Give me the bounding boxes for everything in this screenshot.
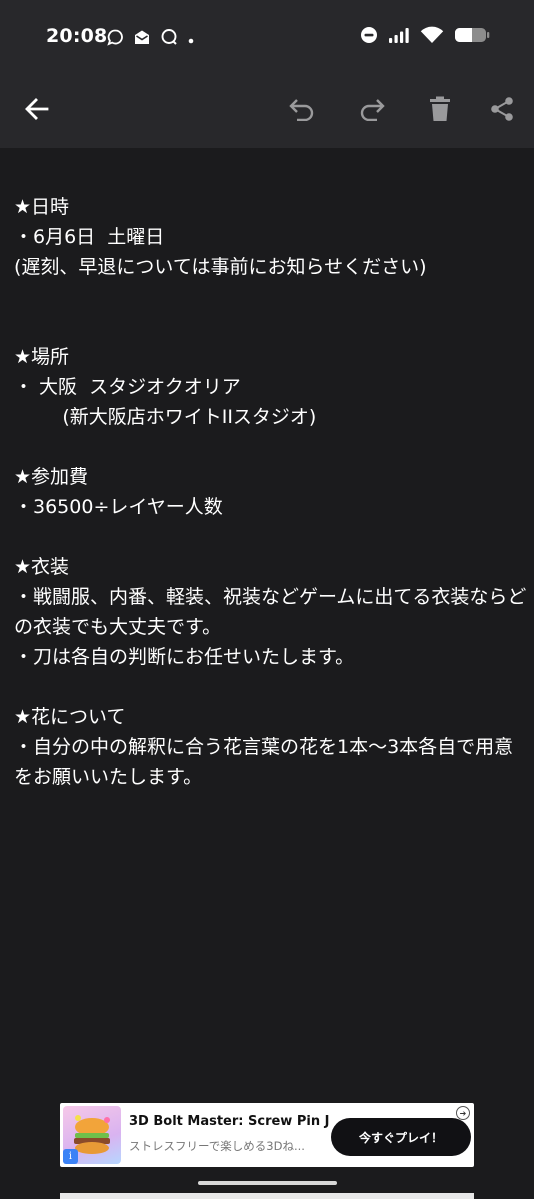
section-heading-costume: ★衣装	[14, 556, 70, 578]
note-toolbar	[0, 75, 534, 148]
note-line: ・36500÷レイヤー人数	[14, 496, 223, 518]
note-line: ・6月6日 土曜日	[14, 226, 165, 248]
note-body[interactable]: ★日時 ・6月6日 土曜日 (遅刻、早退については事前にお知らせください) ★場…	[14, 192, 528, 792]
undo-button[interactable]	[282, 91, 322, 131]
ad-play-button[interactable]: 今すぐプレイ！	[331, 1118, 471, 1156]
battery-icon	[454, 26, 490, 48]
share-button[interactable]	[482, 91, 522, 131]
app-header: 20:08	[0, 0, 534, 148]
wifi-icon	[420, 26, 444, 48]
note-line: ・戦闘服、内番、軽装、祝装などゲームに出てる衣装ならどの衣装でも大丈夫です。	[14, 586, 527, 638]
back-arrow-icon	[24, 97, 50, 125]
ad-banner[interactable]: i 3D Bolt Master: Screw Pin J... ストレスフリー…	[60, 1103, 474, 1167]
delete-button[interactable]	[420, 91, 460, 131]
mail-icon	[133, 29, 151, 50]
note-line: (遅刻、早退については事前にお知らせください)	[14, 256, 427, 278]
note-line: ・自分の中の解釈に合う花言葉の花を1本〜3本各自で用意をお願いいたします。	[14, 736, 514, 788]
ad-info-icon[interactable]: i	[63, 1149, 78, 1164]
section-heading-date: ★日時	[14, 196, 70, 218]
section-heading-fee: ★参加費	[14, 466, 89, 488]
chat-bubble-icon	[107, 29, 124, 50]
note-line: ・ 大阪 スタジオクオリア	[14, 376, 241, 398]
home-indicator[interactable]	[198, 1181, 337, 1185]
note-line: ・刀は各自の判断にお任せいたします。	[14, 646, 355, 668]
back-button[interactable]	[17, 91, 57, 131]
dot-icon	[187, 30, 195, 49]
message-icon	[160, 28, 178, 50]
notification-icons	[107, 28, 195, 50]
ad-title[interactable]: 3D Bolt Master: Screw Pin J...	[129, 1114, 329, 1129]
redo-button[interactable]	[352, 91, 392, 131]
status-bar: 20:08	[0, 0, 534, 75]
status-time: 20:08	[46, 25, 108, 47]
system-icons	[360, 26, 490, 48]
ad-banner-edge	[60, 1193, 474, 1199]
do-not-disturb-icon	[360, 26, 378, 48]
ad-choices-icon[interactable]: ➔	[456, 1106, 470, 1120]
share-icon	[489, 96, 515, 126]
redo-icon	[358, 97, 386, 125]
section-heading-place: ★場所	[14, 346, 70, 368]
undo-icon	[288, 97, 316, 125]
section-heading-flowers: ★花について	[14, 706, 126, 728]
ad-subtitle[interactable]: ストレスフリーで楽しめる3Dね...	[129, 1138, 329, 1154]
signal-icon	[388, 27, 410, 48]
note-line: (新大阪店ホワイトIIスタジオ)	[14, 406, 317, 428]
trash-icon	[429, 96, 451, 126]
